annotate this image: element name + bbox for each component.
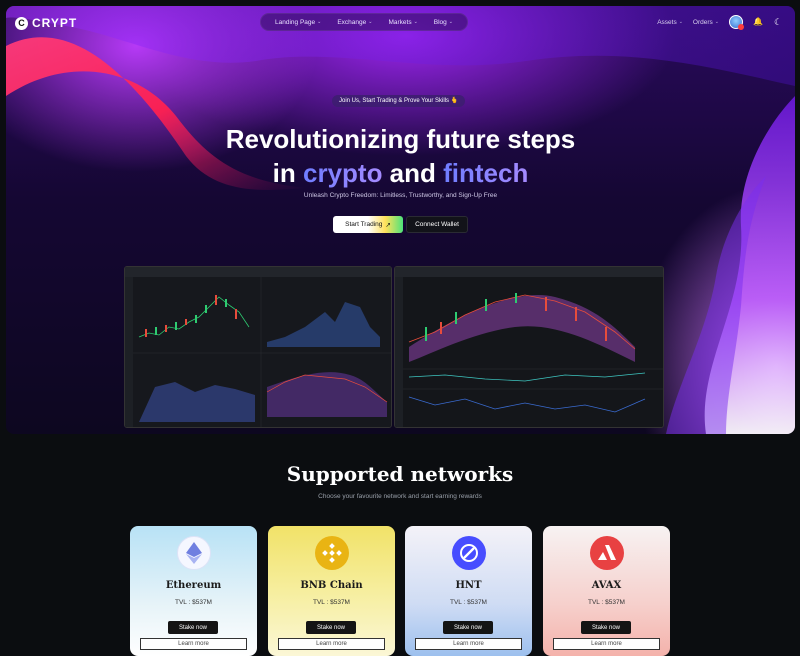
- nav-orders[interactable]: Orders ⌄: [693, 19, 719, 26]
- hero-pill: Join Us, Start Trading & Prove Your Skil…: [332, 95, 466, 107]
- network-tvl: TVL : $537M: [450, 599, 487, 606]
- button-label: Start Trading: [345, 221, 383, 228]
- title-text: in: [272, 158, 303, 188]
- chevron-down-icon: ⌄: [448, 19, 453, 25]
- stake-now-button[interactable]: Stake now: [581, 621, 631, 634]
- stake-now-button[interactable]: Stake now: [443, 621, 493, 634]
- menu-item-label: Landing Page: [275, 18, 316, 26]
- learn-more-button[interactable]: Learn more: [278, 638, 385, 650]
- networks-subtitle: Choose your favourite network and start …: [318, 493, 482, 500]
- nav-assets[interactable]: Assets ⌄: [657, 19, 683, 26]
- title-highlight: fintech: [443, 158, 529, 188]
- main-menu: Landing Page ⌄ Exchange ⌄ Markets ⌄ Blog ⌄: [260, 13, 468, 31]
- network-name: HNT: [455, 580, 482, 591]
- top-navbar: C CRYPT Landing Page ⌄ Exchange ⌄ Markets ⌄…: [6, 6, 795, 38]
- moon-icon[interactable]: ☾: [773, 17, 783, 27]
- menu-item-label: Markets: [388, 18, 412, 26]
- chevron-down-icon: ⌄: [714, 19, 719, 25]
- menu-item-label: Exchange: [337, 18, 367, 26]
- network-tvl: TVL : $537M: [313, 599, 350, 606]
- menu-item-landing-page[interactable]: Landing Page ⌄: [275, 19, 321, 26]
- brand-name: CRYPT: [32, 16, 78, 30]
- bnb-icon: [315, 536, 349, 570]
- nav-orders-label: Orders: [692, 18, 713, 26]
- connect-wallet-button[interactable]: Connect Wallet: [406, 216, 468, 233]
- menu-item-label: Blog: [433, 18, 447, 26]
- network-card-bnb-chain: BNB Chain TVL : $537M Stake now Learn mo…: [268, 526, 395, 656]
- hero-title-line2: in crypto and fintech: [6, 158, 795, 189]
- learn-more-button[interactable]: Learn more: [553, 638, 660, 650]
- network-name: BNB Chain: [300, 580, 363, 591]
- right-nav: Assets ⌄ Orders ⌄ 🔔 ☾: [657, 15, 783, 30]
- network-name: AVAX: [591, 580, 622, 591]
- network-card-ethereum: Ethereum TVL : $537M Stake now Learn mor…: [130, 526, 257, 656]
- ethereum-icon: [177, 536, 211, 570]
- start-trading-button[interactable]: Start Trading ↗: [333, 216, 403, 233]
- network-card-hnt: HNT TVL : $537M Stake now Learn more: [405, 526, 532, 656]
- avalanche-icon: [590, 536, 624, 570]
- nav-assets-label: Assets: [657, 18, 677, 26]
- chevron-down-icon: ⌄: [678, 19, 683, 25]
- brand-logo[interactable]: C CRYPT: [15, 16, 77, 30]
- bell-icon[interactable]: 🔔: [753, 17, 763, 27]
- networks-title: Supported networks: [286, 462, 514, 486]
- chart-preview: [395, 267, 663, 427]
- menu-item-exchange[interactable]: Exchange ⌄: [337, 19, 372, 26]
- chevron-down-icon: ⌄: [368, 19, 373, 25]
- hero-title-line1: Revolutionizing future steps: [225, 124, 576, 154]
- learn-more-button[interactable]: Learn more: [415, 638, 522, 650]
- stake-now-button[interactable]: Stake now: [306, 621, 356, 634]
- avatar[interactable]: [729, 15, 744, 30]
- chevron-down-icon: ⌄: [413, 19, 418, 25]
- trading-dashboard-preview-right: [394, 266, 664, 428]
- hero-subtitle: Unleash Crypto Freedom: Limitless, Trust…: [303, 192, 498, 199]
- chevron-down-icon: ⌄: [317, 19, 322, 25]
- title-highlight: crypto: [302, 158, 383, 188]
- logo-icon: C: [15, 16, 28, 30]
- menu-item-blog[interactable]: Blog ⌄: [434, 19, 453, 26]
- network-name: Ethereum: [165, 580, 222, 591]
- network-tvl: TVL : $537M: [175, 599, 212, 606]
- notification-dot: [738, 24, 744, 30]
- trend-arrow-icon: ↗: [385, 221, 391, 229]
- helium-icon: [452, 536, 486, 570]
- network-tvl: TVL : $537M: [588, 599, 625, 606]
- network-card-avax: AVAX TVL : $537M Stake now Learn more: [543, 526, 670, 656]
- chart-grid-preview: [125, 267, 391, 427]
- stake-now-button[interactable]: Stake now: [168, 621, 218, 634]
- menu-item-markets[interactable]: Markets ⌄: [388, 19, 417, 26]
- title-text: and: [382, 158, 444, 188]
- learn-more-button[interactable]: Learn more: [140, 638, 247, 650]
- trading-dashboard-preview-left: [124, 266, 392, 428]
